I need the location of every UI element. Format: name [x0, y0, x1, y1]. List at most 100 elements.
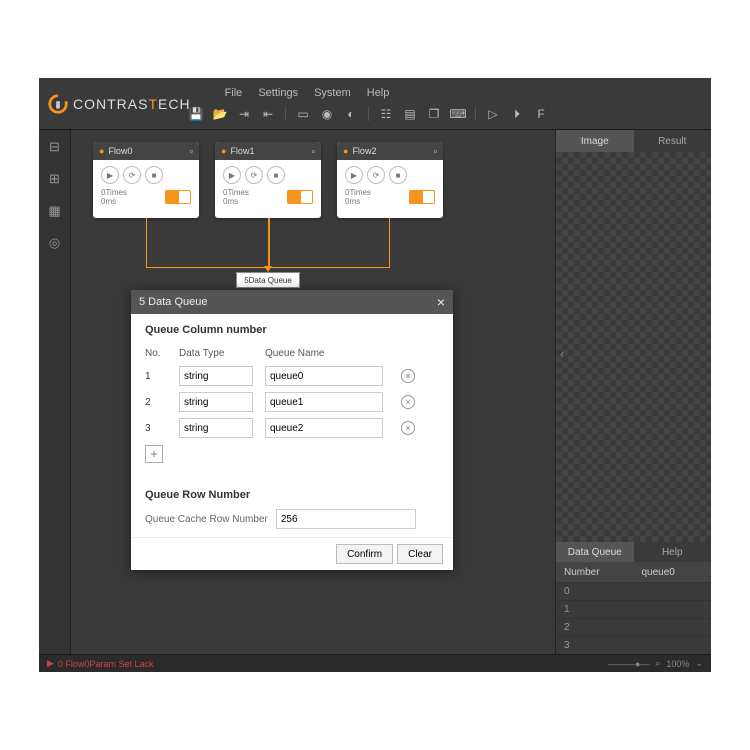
contrast-icon[interactable]: ◐ — [342, 106, 360, 122]
flow-toggle[interactable] — [409, 190, 435, 204]
connection-wire — [268, 218, 390, 268]
error-icon: ▶ — [47, 658, 54, 669]
delete-icon[interactable]: × — [401, 421, 415, 435]
expand-icon[interactable]: ▫ — [312, 146, 315, 156]
play-icon[interactable]: ▷ — [484, 106, 502, 122]
expand-icon[interactable]: ▫ — [434, 146, 437, 156]
play-once-icon[interactable]: ▶ — [101, 166, 119, 184]
right-panel: Image Result ‹ Data Queue Help Number qu… — [555, 130, 711, 654]
dialog-titlebar[interactable]: 5 Data Queue × — [131, 290, 453, 314]
tab-help[interactable]: Help — [634, 542, 712, 562]
name-input[interactable] — [265, 392, 383, 412]
close-icon[interactable]: × — [437, 294, 445, 310]
layout-icon[interactable]: ☷ — [377, 106, 395, 122]
brand-pre: CONTRAS — [73, 96, 148, 112]
cache-input[interactable] — [276, 509, 416, 529]
sidebar-left: ⊟ ⊞ ▦ ◎ — [39, 130, 71, 654]
chevron-down-icon[interactable]: ⌄ — [695, 658, 703, 669]
app-window: CONTRASTECH File Settings System Help 💾 … — [39, 78, 711, 672]
play-loop-icon[interactable]: ⟳ — [245, 166, 263, 184]
zoom-level: 100% — [666, 659, 689, 669]
dt-row: 0 — [556, 582, 711, 600]
flow-name: Flow1 — [230, 146, 254, 156]
flow-card-1[interactable]: ●Flow1▫ ▶ ⟳ ■ 0Times0ms — [215, 142, 321, 218]
copy-icon[interactable]: ❐ — [425, 106, 443, 122]
header: CONTRASTECH File Settings System Help 💾 … — [39, 78, 711, 130]
name-input[interactable] — [265, 366, 383, 386]
image-preview[interactable]: ‹ — [556, 152, 711, 542]
flow-card-2[interactable]: ●Flow2▫ ▶ ⟳ ■ 0Times0ms — [337, 142, 443, 218]
tree-icon[interactable]: ⊟ — [46, 138, 64, 156]
confirm-button[interactable]: Confirm — [336, 544, 393, 564]
save-icon[interactable]: 💾 — [187, 106, 205, 122]
play-loop-icon[interactable]: ⟳ — [367, 166, 385, 184]
network-icon[interactable]: ⊞ — [46, 170, 64, 188]
menu-settings[interactable]: Settings — [258, 87, 298, 99]
table-row: 1 × — [145, 363, 439, 389]
data-table: Number queue0 0 1 2 3 — [556, 562, 711, 654]
tab-result[interactable]: Result — [634, 130, 712, 152]
data-queue-node[interactable]: 5Data Queue — [236, 272, 300, 288]
stop-icon[interactable]: ■ — [145, 166, 163, 184]
tab-image[interactable]: Image — [556, 130, 634, 152]
logo-icon — [47, 93, 69, 115]
col-queue0: queue0 — [634, 567, 712, 578]
status-error: 0 Flow0Param Set Lack — [58, 659, 154, 669]
data-queue-dialog: 5 Data Queue × Queue Column number No. D… — [131, 290, 453, 570]
play-once-icon[interactable]: ▶ — [223, 166, 241, 184]
dialog-title: 5 Data Queue — [139, 296, 208, 308]
flow-toggle[interactable] — [165, 190, 191, 204]
section-row-number: Queue Row Number — [145, 489, 439, 501]
play-once-icon[interactable]: ▶ — [345, 166, 363, 184]
delete-icon[interactable]: × — [401, 395, 415, 409]
var-icon[interactable]: ▤ — [401, 106, 419, 122]
zoom-slider[interactable]: ———●— — [608, 659, 649, 669]
add-row-button[interactable]: + — [145, 445, 163, 463]
dt-row: 2 — [556, 618, 711, 636]
type-input[interactable] — [179, 392, 253, 412]
section-col-number: Queue Column number — [145, 324, 439, 336]
flow-canvas[interactable]: ●Flow0▫ ▶ ⟳ ■ 0Times0ms ●Flow1▫ ▶ ⟳ ■ — [71, 130, 555, 654]
statusbar: ▶ 0 Flow0Param Set Lack ———●— ⌕ 100% ⌄ — [39, 654, 711, 672]
type-input[interactable] — [179, 366, 253, 386]
col-number: Number — [556, 567, 634, 578]
stop-icon[interactable]: ■ — [267, 166, 285, 184]
flow-card-0[interactable]: ●Flow0▫ ▶ ⟳ ■ 0Times0ms — [93, 142, 199, 218]
tab-data-queue[interactable]: Data Queue — [556, 542, 634, 562]
stop-icon[interactable]: ■ — [389, 166, 407, 184]
table-row: 3 × — [145, 415, 439, 441]
menubar: File Settings System Help — [225, 87, 390, 99]
capture-icon[interactable]: ◎ — [46, 234, 64, 252]
delete-icon[interactable]: × — [401, 369, 415, 383]
search-icon[interactable]: ⌕ — [655, 658, 660, 669]
menu-system[interactable]: System — [314, 87, 351, 99]
func-icon[interactable]: F — [532, 106, 550, 122]
menu-help[interactable]: Help — [367, 87, 390, 99]
flow-name: Flow0 — [108, 146, 132, 156]
module-icon[interactable]: ▦ — [46, 202, 64, 220]
export-icon[interactable]: ⇤ — [259, 106, 277, 122]
dt-row: 1 — [556, 600, 711, 618]
play-loop-icon[interactable]: ⟳ — [123, 166, 141, 184]
main-body: ⊟ ⊞ ▦ ◎ ●Flow0▫ ▶ ⟳ ■ 0Times0ms ●Flow1▫ — [39, 130, 711, 654]
flow-name: Flow2 — [352, 146, 376, 156]
table-header: No. Data Type Queue Name — [145, 344, 439, 363]
dt-row: 3 — [556, 636, 711, 654]
clear-button[interactable]: Clear — [397, 544, 443, 564]
flow-toggle[interactable] — [287, 190, 313, 204]
chevron-left-icon[interactable]: ‹ — [560, 347, 564, 361]
menu-file[interactable]: File — [225, 87, 243, 99]
brand-post: ECH — [158, 96, 191, 112]
import-icon[interactable]: ⇥ — [235, 106, 253, 122]
name-input[interactable] — [265, 418, 383, 438]
type-input[interactable] — [179, 418, 253, 438]
toolbar: 💾 📂 ⇥ ⇤ ▭ ◉ ◐ ☷ ▤ ❐ ⌨ ▷ ⏵ F — [187, 106, 550, 122]
table-row: 2 × — [145, 389, 439, 415]
cache-label: Queue Cache Row Number — [145, 514, 268, 525]
open-icon[interactable]: 📂 — [211, 106, 229, 122]
camera-icon[interactable]: ◉ — [318, 106, 336, 122]
window-icon[interactable]: ▭ — [294, 106, 312, 122]
expand-icon[interactable]: ▫ — [190, 146, 193, 156]
playall-icon[interactable]: ⏵ — [508, 106, 526, 122]
code-icon[interactable]: ⌨ — [449, 106, 467, 122]
